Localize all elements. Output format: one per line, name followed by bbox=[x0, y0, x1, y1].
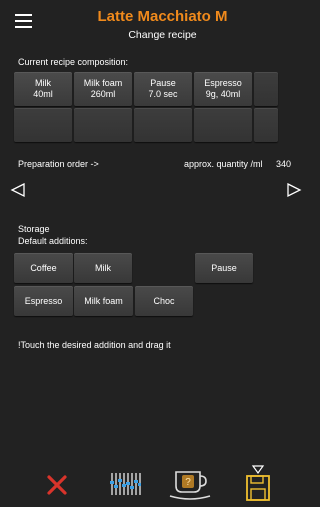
addition-milk-foam-button[interactable]: Milk foam bbox=[74, 286, 133, 316]
composition-slot-empty[interactable] bbox=[254, 72, 278, 106]
composition-slot-empty[interactable] bbox=[254, 108, 278, 142]
storage-label: Storage bbox=[18, 224, 50, 234]
composition-item-name: Espresso bbox=[204, 78, 242, 88]
drag-hint: !Touch the desired addition and drag it bbox=[18, 340, 171, 350]
default-additions-label: Default additions: bbox=[18, 236, 88, 246]
composition-item-name: Milk bbox=[35, 78, 51, 88]
composition-item-value: 40ml bbox=[33, 89, 53, 99]
composition-slot-empty[interactable] bbox=[74, 108, 132, 142]
page-title: Latte Macchiato M bbox=[97, 8, 228, 25]
x-icon[interactable] bbox=[44, 474, 70, 496]
composition-item-milk[interactable]: Milk 40ml bbox=[14, 72, 72, 106]
arrow-left-icon[interactable] bbox=[10, 182, 26, 198]
composition-item-pause[interactable]: Pause 7.0 sec bbox=[134, 72, 192, 106]
addition-pause-button[interactable]: Pause bbox=[195, 253, 253, 283]
composition-label: Current recipe composition: bbox=[18, 57, 129, 67]
quantity-value: 340 bbox=[276, 159, 292, 169]
addition-espresso-button[interactable]: Espresso bbox=[14, 286, 73, 316]
sliders-icon[interactable] bbox=[108, 471, 142, 497]
composition-item-name: Milk foam bbox=[83, 78, 123, 88]
composition-item-name: Pause bbox=[150, 78, 176, 88]
composition-item-value: 9g, 40ml bbox=[205, 89, 241, 99]
addition-choc-button[interactable]: Choc bbox=[135, 286, 193, 316]
composition-item-milk-foam[interactable]: Milk foam 260ml bbox=[74, 72, 132, 106]
page-subtitle: Change recipe bbox=[128, 29, 197, 41]
composition-item-value: 7.0 sec bbox=[148, 89, 178, 99]
header: Latte Macchiato M Change recipe bbox=[0, 0, 295, 48]
composition-row-2 bbox=[14, 108, 278, 142]
addition-coffee-button[interactable]: Coffee bbox=[14, 253, 73, 283]
preparation-order-label: Preparation order -> bbox=[18, 159, 99, 169]
composition-slot-empty[interactable] bbox=[134, 108, 192, 142]
svg-text:?: ? bbox=[185, 477, 191, 488]
arrow-right-icon[interactable] bbox=[286, 182, 302, 198]
cup-help-icon[interactable]: ? bbox=[168, 468, 212, 500]
footer-toolbar: ? bbox=[0, 462, 295, 507]
composition-item-value: 260ml bbox=[90, 89, 116, 99]
composition-item-espresso[interactable]: Espresso 9g, 40ml bbox=[194, 72, 252, 106]
addition-milk-button[interactable]: Milk bbox=[74, 253, 132, 283]
composition-slot-empty[interactable] bbox=[14, 108, 72, 142]
composition-row-1: Milk 40ml Milk foam 260ml Pause 7.0 sec … bbox=[14, 72, 278, 106]
composition-slot-empty[interactable] bbox=[194, 108, 252, 142]
save-icon[interactable] bbox=[245, 465, 271, 501]
quantity-label: approx. quantity /ml bbox=[184, 159, 263, 169]
